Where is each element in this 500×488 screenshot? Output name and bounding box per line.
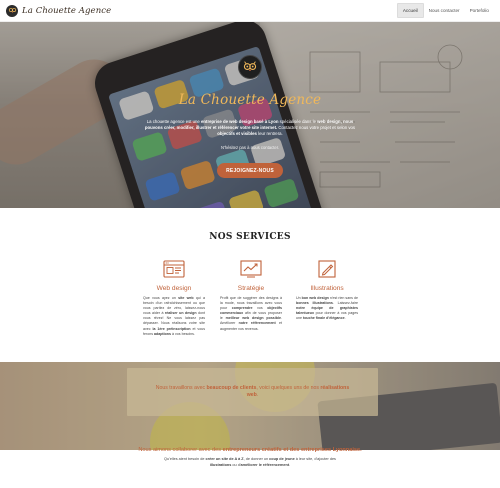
nav-link-portfolio[interactable]: Portefolio	[465, 3, 494, 18]
hero-note: N'hésitez pas à nous contacter.	[220, 145, 280, 150]
nav-link-contact[interactable]: Nous contacter	[424, 3, 465, 18]
join-us-button[interactable]: REJOIGNEZ-NOUS	[217, 163, 283, 178]
hero-title: La Chouette Agence	[178, 92, 322, 108]
service-name: Illustrations	[310, 285, 344, 292]
portfolio-banner: Nous travaillons avec beaucoup de client…	[0, 362, 500, 450]
services-title: NOS SERVICES	[209, 232, 291, 242]
service-description: Que vous ayez un site web qui a besoin d…	[143, 296, 206, 336]
hero-description: La chouette agence est une entreprise de…	[144, 119, 356, 137]
navbar: La Chouette Agence Accueil Nous contacte…	[0, 0, 500, 22]
pencil-drawing-icon	[316, 260, 338, 280]
owl-logo-icon	[6, 4, 18, 17]
browser-window-icon	[163, 260, 185, 280]
banner-text: Nous travaillons avec beaucoup de client…	[155, 384, 350, 398]
nav-links: Accueil Nous contacter Portefolio	[396, 0, 494, 22]
hero-section: La Chouette Agence La chouette agence es…	[0, 22, 500, 208]
service-description: Un bon web design n'est rien sans de bon…	[296, 296, 359, 321]
service-web-design: Web design Que vous ayez un site web qui…	[143, 260, 205, 337]
service-description: Profit que de suggérer des designs à la …	[220, 296, 283, 331]
service-name: Web design	[156, 285, 192, 292]
owl-logo-icon	[238, 55, 262, 79]
service-strategie: Stratégie Profit que de suggérer des des…	[220, 260, 282, 332]
partners-section: Nous aimons collaborer avec des entrepre…	[0, 447, 500, 488]
partners-description: Qu'elles aient besoin de créer un site d…	[164, 457, 336, 467]
brand[interactable]: La Chouette Agence	[6, 4, 112, 17]
brand-name: La Chouette Agence	[22, 5, 112, 16]
hero-content: La Chouette Agence La chouette agence es…	[0, 22, 500, 208]
nav-link-accueil[interactable]: Accueil	[396, 3, 424, 18]
banner-box: Nous travaillons avec beaucoup de client…	[127, 368, 378, 416]
service-illustrations: Illustrations Un bon web design n'est ri…	[296, 260, 358, 321]
service-name: Stratégie	[237, 285, 265, 292]
services-section: NOS SERVICES Web design Que vous ayez un…	[0, 208, 500, 362]
trending-chart-icon	[240, 260, 262, 280]
partners-title: Nous aimons collaborer avec des entrepre…	[138, 447, 362, 453]
